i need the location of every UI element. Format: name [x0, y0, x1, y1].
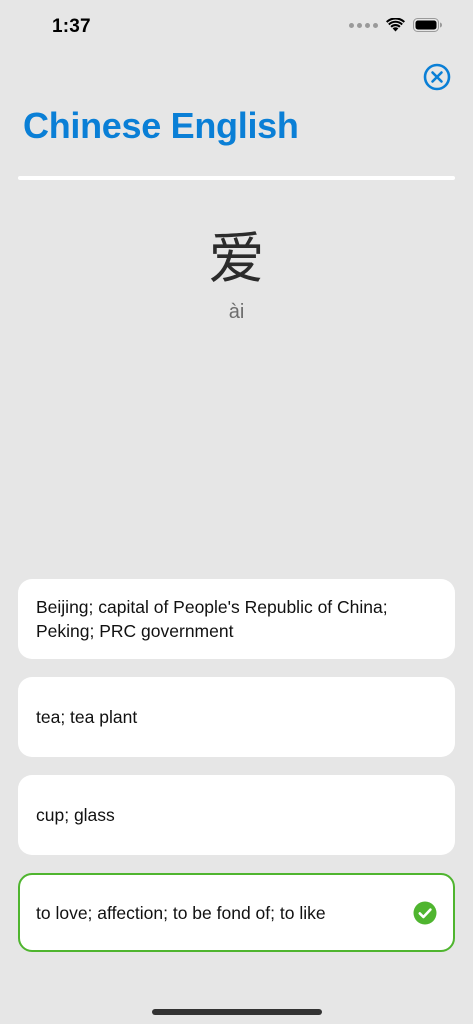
- answer-option-label: tea; tea plant: [36, 707, 138, 727]
- status-bar: 1:37: [0, 0, 473, 56]
- flashcard-pinyin: ài: [228, 301, 245, 323]
- battery-icon: [413, 18, 442, 32]
- answer-option-4-correct[interactable]: to love; affection; to be fond of; to li…: [18, 873, 455, 952]
- close-circle-icon: [423, 63, 451, 91]
- close-button[interactable]: [423, 63, 451, 91]
- wifi-icon: [386, 18, 405, 32]
- home-indicator[interactable]: [152, 1009, 322, 1015]
- header-divider: [18, 176, 455, 180]
- flashcard-character: 爱: [208, 227, 265, 292]
- answer-option-1[interactable]: Beijing; capital of People's Republic of…: [18, 579, 455, 659]
- answer-option-label: Beijing; capital of People's Republic of…: [36, 597, 388, 641]
- answer-option-2[interactable]: tea; tea plant: [18, 677, 455, 757]
- status-icons: [349, 18, 443, 32]
- answer-option-label: cup; glass: [36, 805, 115, 825]
- checkmark-circle-icon: [413, 901, 437, 925]
- status-time: 1:37: [52, 16, 91, 37]
- answer-option-3[interactable]: cup; glass: [18, 775, 455, 855]
- page-title: Chinese English: [23, 105, 299, 146]
- cellular-signal-icon: [349, 22, 378, 28]
- answer-option-label: to love; affection; to be fond of; to li…: [36, 902, 326, 923]
